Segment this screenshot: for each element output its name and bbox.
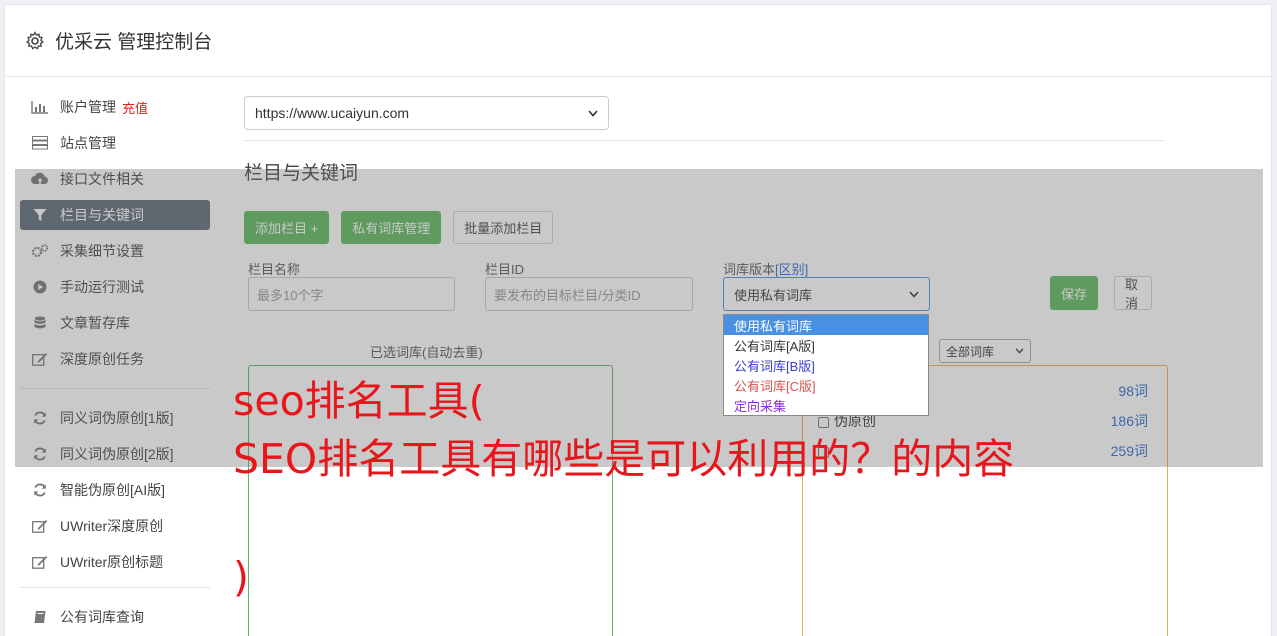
headline-line3: ) (233, 553, 249, 601)
save-button[interactable]: 保存 (1050, 276, 1099, 310)
sidebar-item-label: 站点管理 (60, 135, 116, 151)
sidebar-item-label: 手动运行测试 (60, 279, 144, 295)
add-column-button[interactable]: 添加栏目 + (244, 211, 330, 244)
sidebar-item-label: 同义词伪原创[2版] (60, 446, 174, 462)
chevron-down-icon (588, 109, 598, 117)
lib-version-value: 使用私有词库 (734, 287, 813, 303)
headline-line2: SEO排名工具有哪些是可以利用的？的内容 (233, 435, 1015, 483)
sidebar-item-synonym-v1[interactable]: 同义词伪原创[1版] (20, 403, 210, 433)
headline-line1: seo排名工具( (233, 377, 485, 425)
book-icon (30, 609, 50, 625)
sidebar-item-interface[interactable]: 接口文件相关 (20, 164, 210, 194)
sidebar-item-synonym-v2[interactable]: 同义词伪原创[2版] (20, 439, 210, 469)
column-name-field-group: 栏目名称 最多10个字 (248, 259, 455, 311)
sidebar-item-uwriter-title[interactable]: UWriter原创标题 (20, 547, 210, 577)
chevron-down-icon (909, 290, 919, 298)
selected-lib-title: 已选词库(自动去重) (370, 345, 483, 360)
lib-version-field-group: 词库版本[区别] 使用私有词库 (723, 259, 930, 311)
bar-chart-icon (30, 99, 50, 115)
section-title: 栏目与关键词 (244, 163, 359, 184)
refresh-icon (30, 410, 50, 426)
edit-icon (30, 351, 50, 367)
sidebar-item-label: 接口文件相关 (60, 171, 144, 187)
database-icon (30, 315, 50, 331)
dropdown-option-public-a[interactable]: 公有词库[A版] (724, 335, 928, 355)
column-form: 栏目名称 最多10个字 栏目ID 要发布的目标栏目/分类ID 词库版本[区别] … (244, 259, 1164, 311)
sidebar-item-label: 栏目与关键词 (60, 207, 144, 223)
refresh-icon (30, 446, 50, 462)
gear-icon (25, 30, 45, 50)
all-lib-select[interactable]: 全部词库 (939, 339, 1031, 363)
sidebar-item-label: 采集细节设置 (60, 243, 144, 259)
lib-item-count: 259词 (1110, 443, 1148, 459)
sidebar-item-public-lib-query[interactable]: 公有词库查询 (20, 602, 210, 632)
sidebar-item-label: UWriter原创标题 (60, 554, 164, 570)
batch-add-button[interactable]: 批量添加栏目 (453, 211, 554, 244)
cloud-upload-icon (30, 171, 50, 187)
site-select[interactable]: https://www.ucaiyun.com (244, 96, 609, 130)
lib-item-count: 98词 (1118, 383, 1148, 399)
column-id-input[interactable]: 要发布的目标栏目/分类ID (485, 277, 693, 311)
sidebar-divider (20, 388, 210, 389)
server-icon (30, 135, 50, 151)
cancel-button[interactable]: 取消 (1114, 276, 1152, 311)
main-content: https://www.ucaiyun.com 栏目与关键词 添加栏目 + 私有… (244, 96, 1168, 636)
button-row: 添加栏目 + 私有词库管理 批量添加栏目 (244, 211, 1164, 244)
sidebar-item-label: 深度原创任务 (60, 351, 144, 367)
site-select-value: https://www.ucaiyun.com (255, 105, 410, 121)
sidebar-item-label: UWriter深度原创 (60, 518, 164, 534)
sidebar-item-label: 公有词库查询 (60, 609, 144, 625)
sidebar-item-account[interactable]: 账户管理 充值 (20, 92, 210, 122)
sidebar-item-label: 文章暂存库 (60, 315, 130, 331)
form-actions-2: 取消 (1114, 276, 1164, 311)
gears-icon (30, 243, 50, 259)
sidebar-item-sites[interactable]: 站点管理 (20, 128, 210, 158)
play-circle-icon (30, 279, 50, 295)
recharge-link[interactable]: 充值 (122, 98, 148, 117)
private-lib-button[interactable]: 私有词库管理 (341, 211, 442, 244)
filter-icon (30, 207, 50, 223)
all-lib-select-value: 全部词库 (946, 344, 995, 359)
sidebar-item-manual-run[interactable]: 手动运行测试 (20, 272, 210, 302)
sidebar-item-deep-original[interactable]: 深度原创任务 (20, 344, 210, 374)
sidebar-item-uwriter-deep[interactable]: UWriter深度原创 (20, 511, 210, 541)
lib-version-select[interactable]: 使用私有词库 (723, 277, 930, 311)
sidebar-item-columns-keywords[interactable]: 栏目与关键词 (20, 200, 210, 230)
difference-link[interactable]: [区别] (775, 262, 808, 277)
column-name-input[interactable]: 最多10个字 (248, 277, 455, 311)
form-actions: 保存 (1050, 276, 1110, 310)
lib-item-count: 186词 (1110, 413, 1148, 429)
sidebar-item-collect-settings[interactable]: 采集细节设置 (20, 236, 210, 266)
sidebar-item-label: 智能伪原创[AI版] (60, 482, 166, 498)
dropdown-option-private[interactable]: 使用私有词库 (724, 315, 928, 335)
column-id-label: 栏目ID (485, 262, 525, 277)
sidebar-item-label: 同义词伪原创[1版] (60, 410, 174, 426)
edit-icon (30, 554, 50, 570)
headline-overlay: seo排名工具( SEO排名工具有哪些是可以利用的？的内容 ) (233, 372, 1015, 601)
column-id-field-group: 栏目ID 要发布的目标栏目/分类ID (485, 259, 693, 311)
chevron-down-icon (1015, 348, 1024, 354)
sidebar: 账户管理 充值 站点管理 接口文件相关 栏目与关键词 采集细节设置 手动运行测试 (20, 92, 210, 636)
lib-version-label: 词库版本[区别] (723, 262, 809, 277)
divider (244, 140, 1164, 141)
page-title: 优采云 管理控制台 (55, 32, 213, 53)
refresh-icon (30, 482, 50, 498)
sidebar-item-label: 账户管理 (60, 99, 116, 115)
sidebar-divider (20, 587, 210, 588)
sidebar-item-article-storage[interactable]: 文章暂存库 (20, 308, 210, 338)
column-name-label: 栏目名称 (248, 262, 301, 277)
edit-icon (30, 518, 50, 534)
panel-header: 优采云 管理控制台 (5, 5, 1271, 77)
sidebar-item-ai-rewrite[interactable]: 智能伪原创[AI版] (20, 475, 210, 505)
